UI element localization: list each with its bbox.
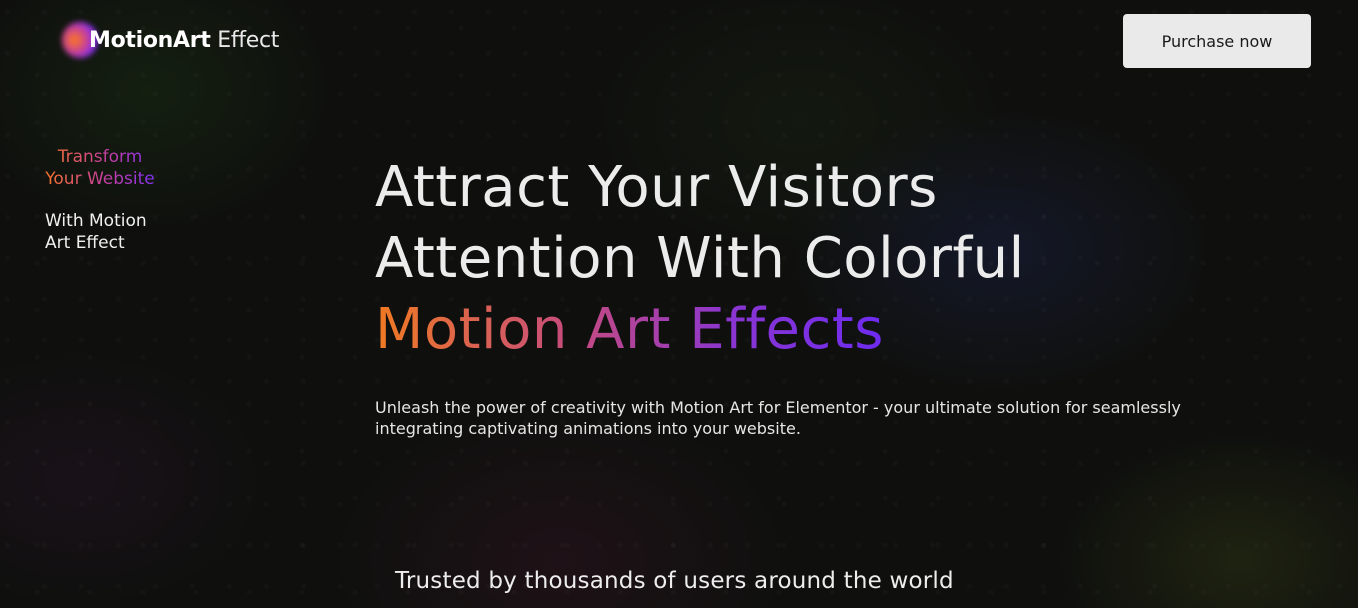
logo-text: MotionArt Effect: [89, 28, 279, 53]
page: MotionArt Effect Purchase now Transform …: [0, 0, 1358, 608]
side-tagline: Transform Your Website With Motion Art E…: [38, 146, 168, 254]
hero-heading-line-1: Attract Your Visitors: [375, 155, 938, 220]
side-tagline-white: With Motion Art Effect: [45, 211, 147, 253]
logo-text-light: Effect: [210, 27, 280, 53]
hero-heading: Attract Your Visitors Attention With Col…: [375, 152, 1275, 365]
side-tagline-gradient: Transform Your Website: [38, 146, 162, 190]
purchase-now-button[interactable]: Purchase now: [1123, 14, 1311, 68]
trusted-heading: Trusted by thousands of users around the…: [395, 568, 954, 594]
hero-heading-line-2: Attention With Colorful: [375, 226, 1025, 291]
logo-text-bold: MotionArt: [89, 27, 211, 53]
hero-heading-gradient-line: Motion Art Effects: [375, 294, 884, 365]
logo[interactable]: MotionArt Effect: [62, 22, 279, 58]
hero-description: Unleash the power of creativity with Mot…: [375, 398, 1181, 438]
